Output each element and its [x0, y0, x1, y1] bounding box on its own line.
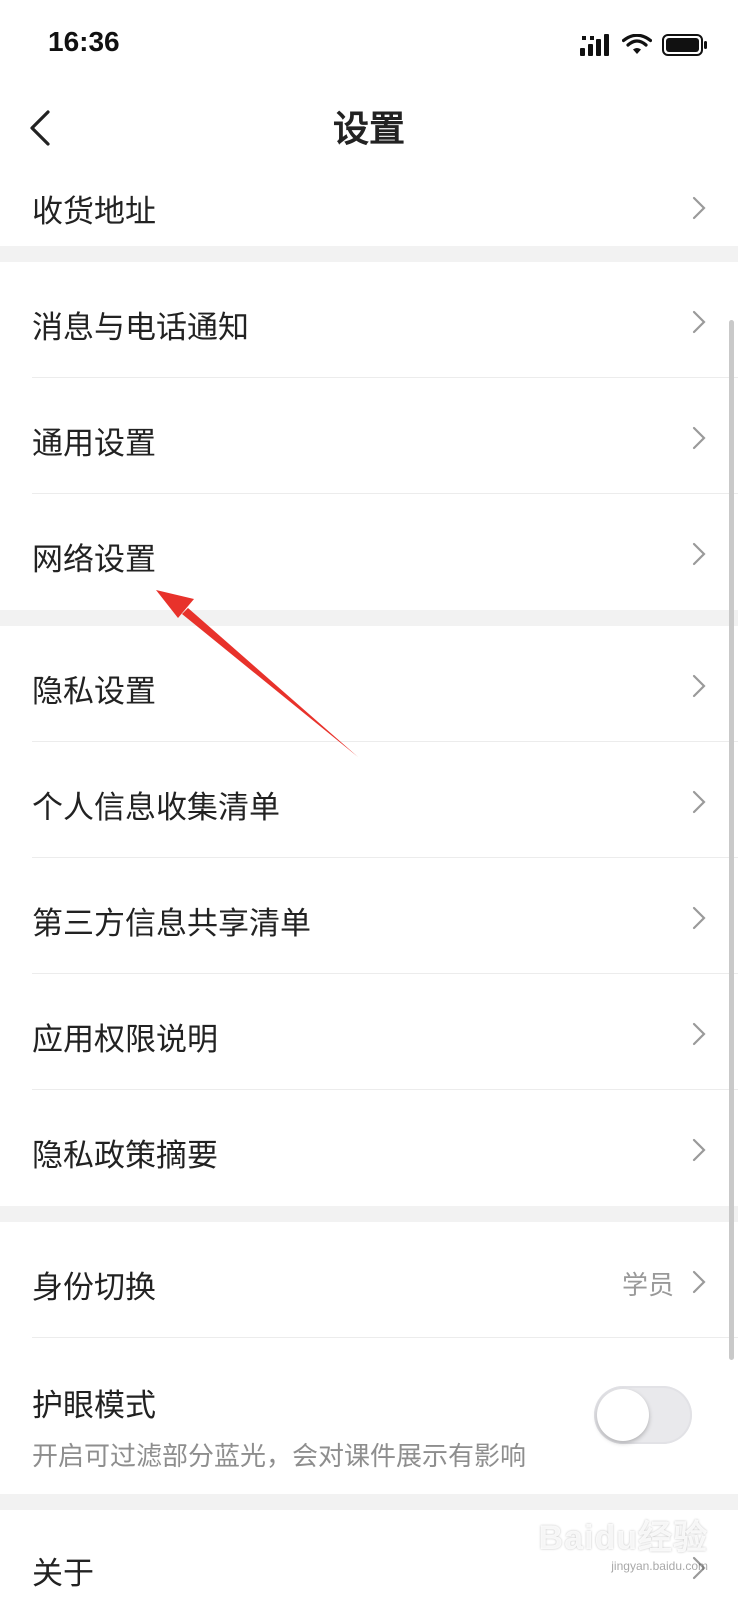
status-bar: 16:36	[0, 0, 738, 88]
row-personal-info[interactable]: 个人信息收集清单	[0, 742, 738, 858]
chevron-right-icon	[692, 196, 706, 220]
wifi-icon	[622, 34, 652, 54]
row-privacy-label: 隐私设置	[32, 674, 156, 710]
chevron-right-icon	[692, 674, 706, 698]
row-notifications-label: 消息与电话通知	[32, 310, 249, 346]
chevron-right-icon	[692, 426, 706, 450]
scrollbar[interactable]	[729, 320, 734, 1360]
battery-icon	[662, 34, 707, 56]
status-icons	[580, 30, 708, 60]
chevron-right-icon	[692, 1022, 706, 1046]
row-privacy-summary[interactable]: 隐私政策摘要	[0, 1090, 738, 1206]
eye-mode-toggle[interactable]	[594, 1386, 692, 1444]
baidu-watermark: Baidu经验 jingyan.baidu.com	[508, 1510, 708, 1573]
row-network[interactable]: 网络设置	[0, 494, 738, 610]
row-about-label: 关于	[32, 1556, 94, 1592]
row-address[interactable]: 收货地址	[0, 168, 738, 246]
status-time: 16:36	[48, 26, 120, 57]
row-privacy[interactable]: 隐私设置	[0, 626, 738, 742]
chevron-right-icon	[692, 1270, 706, 1294]
eye-mode-description: 开启可过滤部分蓝光，会对课件展示有影响	[32, 1442, 527, 1472]
signal-icon	[580, 34, 609, 56]
row-notifications[interactable]: 消息与电话通知	[0, 262, 738, 378]
page-title: 设置	[332, 109, 405, 150]
row-permissions-label: 应用权限说明	[32, 1022, 218, 1058]
row-network-label: 网络设置	[32, 542, 156, 578]
row-eye-mode: 护眼模式 开启可过滤部分蓝光，会对课件展示有影响	[0, 1338, 738, 1494]
row-personal-info-label: 个人信息收集清单	[32, 790, 280, 826]
row-privacy-summary-label: 隐私政策摘要	[32, 1138, 218, 1174]
watermark-main: Baidu经验	[538, 1519, 708, 1557]
identity-value: 学员	[621, 1271, 674, 1301]
row-eye-mode-label: 护眼模式	[32, 1388, 156, 1424]
row-third-party-label: 第三方信息共享清单	[32, 906, 311, 942]
chevron-right-icon	[692, 310, 706, 334]
row-identity-label: 身份切换	[32, 1270, 156, 1306]
chevron-right-icon	[692, 906, 706, 930]
chevron-right-icon	[692, 542, 706, 566]
row-third-party[interactable]: 第三方信息共享清单	[0, 858, 738, 974]
row-general[interactable]: 通用设置	[0, 378, 738, 494]
watermark-sub: jingyan.baidu.com	[611, 1559, 708, 1573]
chevron-right-icon	[692, 790, 706, 814]
toggle-knob	[597, 1389, 649, 1441]
row-permissions[interactable]: 应用权限说明	[0, 974, 738, 1090]
row-general-label: 通用设置	[32, 426, 156, 462]
chevron-right-icon	[692, 1138, 706, 1162]
row-identity[interactable]: 身份切换 学员	[0, 1222, 738, 1338]
row-address-label: 收货地址	[32, 194, 156, 230]
nav-bar: 设置	[0, 88, 738, 168]
